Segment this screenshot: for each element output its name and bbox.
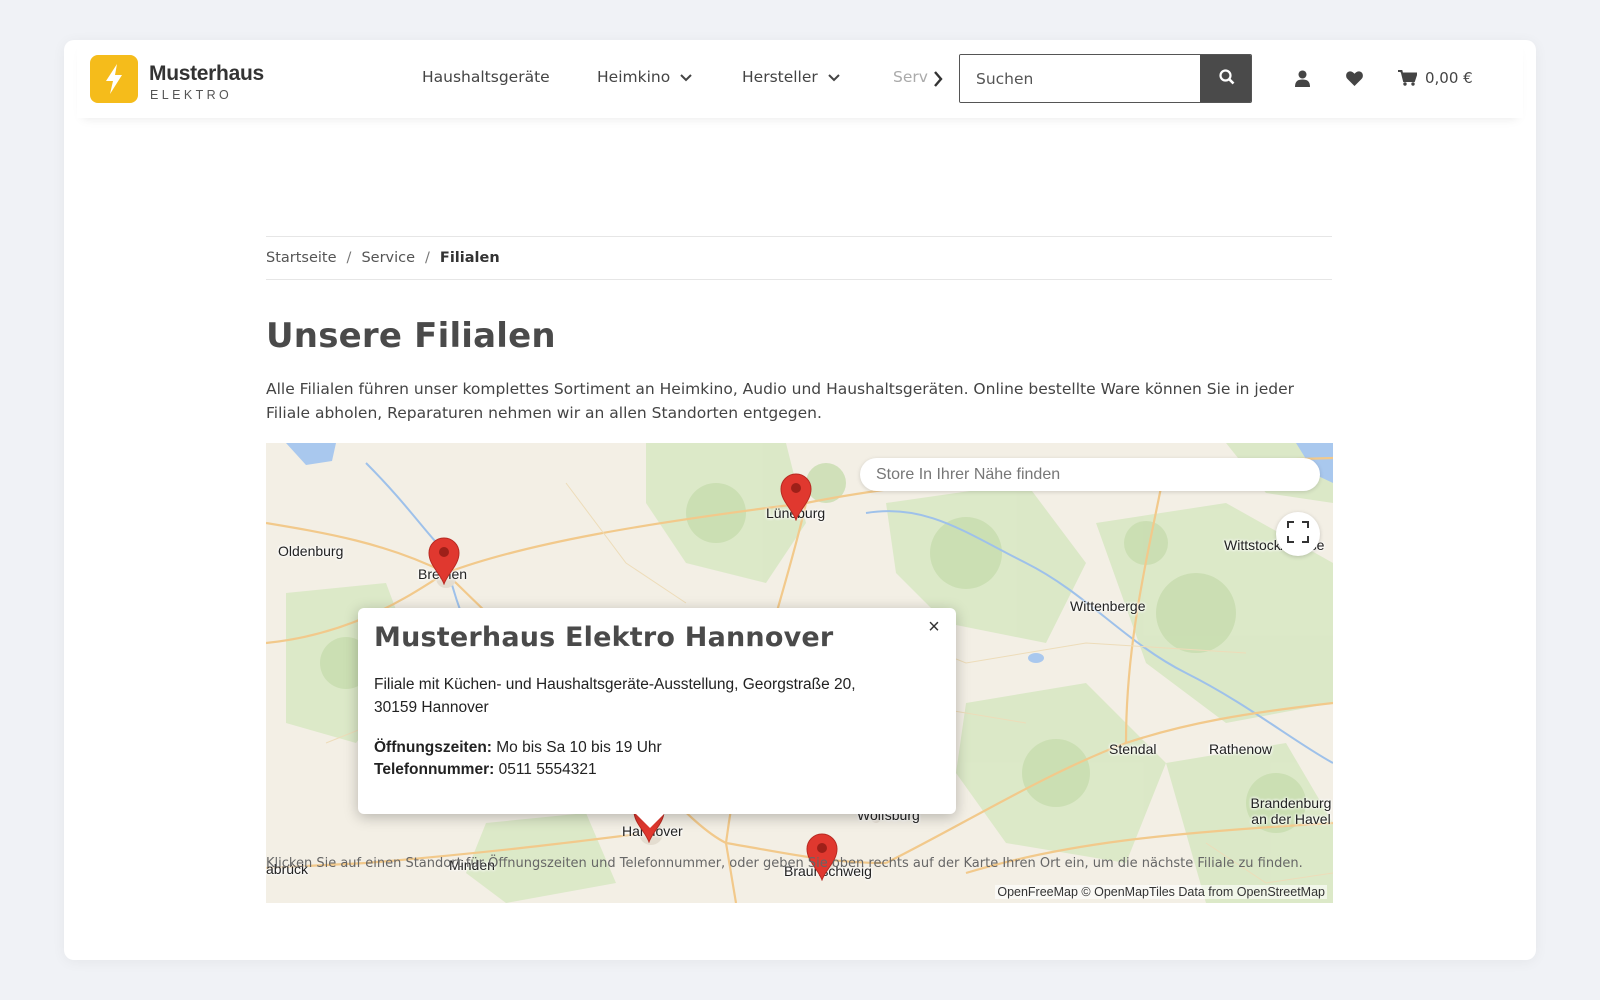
cart-total[interactable]: 0,00 € <box>1425 69 1473 87</box>
nav-item-label: Serv <box>893 68 928 86</box>
nav-item-haushaltsgeraete[interactable]: Haushaltsgeräte <box>422 68 550 86</box>
store-pin-lueneburg[interactable] <box>780 473 812 522</box>
store-search-input[interactable] <box>860 458 1320 491</box>
search-input[interactable] <box>960 55 1200 102</box>
account-icon[interactable] <box>1292 68 1312 88</box>
breadcrumb-service[interactable]: Service <box>361 250 415 266</box>
phone-value: 0511 5554321 <box>494 761 597 778</box>
phone-label: Telefonnummer: <box>374 761 495 778</box>
close-icon[interactable]: × <box>926 616 942 638</box>
page-title: Unsere Filialen <box>266 316 556 356</box>
search-button[interactable] <box>1200 55 1251 102</box>
store-pin-bremen[interactable] <box>428 537 460 586</box>
city-label: Brandenburg an der Havel <box>1250 795 1332 827</box>
nav-item-label: Heimkino <box>597 68 671 86</box>
breadcrumb: Startseite / Service / Filialen <box>266 236 1332 280</box>
heart-icon[interactable] <box>1344 68 1364 88</box>
nav-item-label: Haushaltsgeräte <box>422 68 550 86</box>
site-header: Musterhaus ELEKTRO Haushaltsgeräte Heimk… <box>77 40 1523 118</box>
popup-description: Filiale mit Küchen- und Haushaltsgeräte-… <box>374 676 856 716</box>
logo-subtitle: ELEKTRO <box>150 88 233 102</box>
store-popup: Musterhaus Elektro Hannover × Filiale mi… <box>358 608 956 828</box>
chevron-right-icon[interactable] <box>930 68 946 90</box>
page-card: Musterhaus ELEKTRO Haushaltsgeräte Heimk… <box>64 40 1536 960</box>
popup-title: Musterhaus Elektro Hannover <box>374 622 834 653</box>
nav-item-hersteller[interactable]: Hersteller <box>742 68 840 86</box>
chevron-down-icon <box>680 68 692 86</box>
logo-name[interactable]: Musterhaus <box>149 62 264 86</box>
fullscreen-icon <box>1287 521 1309 547</box>
search-box <box>959 54 1252 103</box>
map-attribution[interactable]: OpenFreeMap © OpenMapTiles Data from Ope… <box>995 885 1327 899</box>
cart-icon[interactable] <box>1397 68 1417 88</box>
hours-value: Mo bis Sa 10 bis 19 Uhr <box>491 739 662 756</box>
popup-tip <box>636 814 664 828</box>
city-label: Stendal <box>1109 741 1157 757</box>
city-label: Wittenberge <box>1070 598 1146 614</box>
store-map[interactable]: Oldenburg Bremen Lüneburg Wittstock/Doss… <box>266 443 1333 903</box>
chevron-down-icon <box>828 68 840 86</box>
breadcrumb-current: Filialen <box>439 250 500 266</box>
city-label: Rathenow <box>1209 741 1273 757</box>
city-label: Oldenburg <box>278 543 344 559</box>
logo-bolt-icon[interactable] <box>90 55 138 103</box>
popup-details: Öffnungszeiten: Mo bis Sa 10 bis 19 Uhr … <box>374 737 940 781</box>
hours-label: Öffnungszeiten: <box>374 739 492 756</box>
nav-item-heimkino[interactable]: Heimkino <box>597 68 692 86</box>
breadcrumb-home[interactable]: Startseite <box>266 250 337 266</box>
fullscreen-button[interactable] <box>1276 512 1320 556</box>
search-icon <box>1218 68 1235 89</box>
intro-text: Alle Filialen führen unser komplettes So… <box>266 380 1295 422</box>
nav-item-label: Hersteller <box>742 68 818 86</box>
map-note: Klicken Sie auf einen Standort für Öffnu… <box>266 856 1303 871</box>
